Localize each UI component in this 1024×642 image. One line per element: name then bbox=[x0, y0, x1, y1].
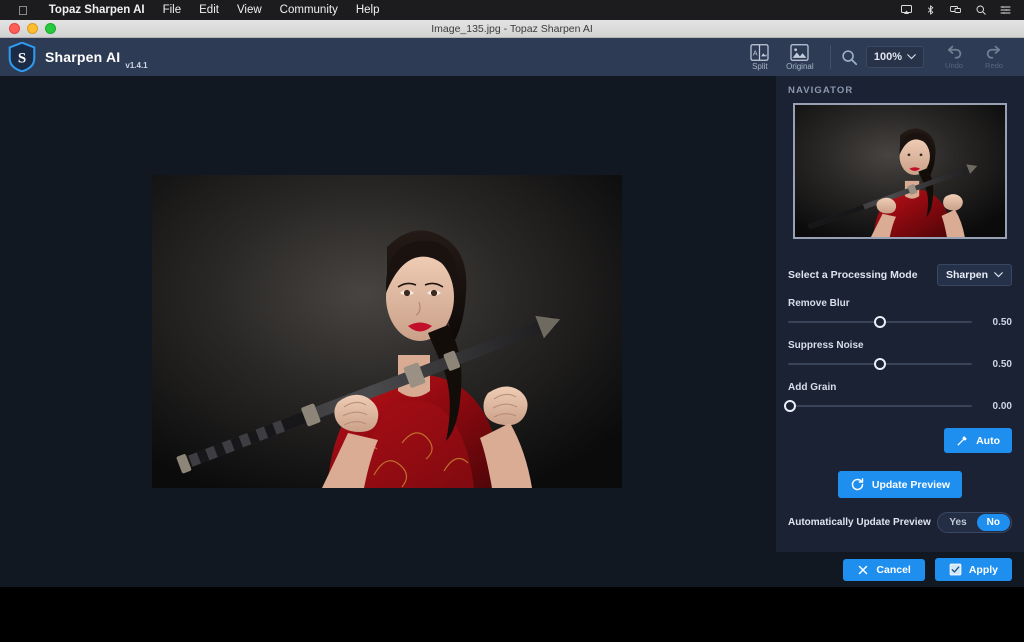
cancel-button[interactable]: Cancel bbox=[843, 559, 924, 581]
apple-logo-icon[interactable]:  bbox=[18, 4, 28, 17]
slider-add-grain-value: 0.00 bbox=[982, 401, 1012, 412]
view-mode-group: A Split Original bbox=[740, 38, 820, 76]
zoom-control-group: 100% bbox=[841, 46, 934, 68]
slider-suppress-noise-knob[interactable] bbox=[874, 358, 886, 370]
svg-text:S: S bbox=[18, 50, 26, 66]
processing-mode-row: Select a Processing Mode Sharpen bbox=[788, 264, 1012, 286]
slider-suppress-noise-row: 0.50 bbox=[788, 358, 1012, 370]
slider-remove-blur-knob[interactable] bbox=[874, 316, 886, 328]
checkbox-check-icon bbox=[949, 563, 962, 576]
slider-suppress-noise-label: Suppress Noise bbox=[788, 340, 1012, 351]
auto-update-row: Automatically Update Preview Yes No bbox=[788, 512, 1012, 533]
magic-wand-icon bbox=[956, 434, 969, 447]
slider-track-line bbox=[788, 405, 972, 407]
original-view-label: Original bbox=[786, 62, 814, 71]
app-brand-name: Sharpen AI bbox=[45, 49, 120, 65]
slider-suppress-noise: Suppress Noise 0.50 bbox=[788, 340, 1012, 370]
app-version: v1.4.1 bbox=[125, 61, 147, 72]
search-icon[interactable] bbox=[975, 4, 987, 16]
apply-button-label: Apply bbox=[969, 564, 998, 576]
cancel-button-label: Cancel bbox=[876, 564, 910, 576]
menu-item-edit[interactable]: Edit bbox=[190, 4, 228, 16]
menu-item-community[interactable]: Community bbox=[271, 4, 347, 16]
toggle-yes-option[interactable]: Yes bbox=[939, 514, 976, 531]
slider-add-grain: Add Grain 0.00 bbox=[788, 382, 1012, 412]
processing-mode-label: Select a Processing Mode bbox=[788, 269, 918, 281]
window-title: Image_135.jpg - Topaz Sharpen AI bbox=[0, 23, 1024, 35]
menu-item-view[interactable]: View bbox=[228, 4, 271, 16]
slider-suppress-noise-track[interactable] bbox=[788, 358, 972, 370]
auto-update-toggle[interactable]: Yes No bbox=[937, 512, 1012, 533]
split-view-button[interactable]: A Split bbox=[740, 38, 780, 76]
update-preview-button[interactable]: Update Preview bbox=[838, 471, 962, 498]
bluetooth-icon[interactable] bbox=[925, 4, 936, 16]
slider-remove-blur: Remove Blur 0.50 bbox=[788, 298, 1012, 328]
preview-image-artwork bbox=[152, 175, 622, 488]
update-preview-label: Update Preview bbox=[872, 479, 950, 491]
redo-label: Redo bbox=[985, 61, 1003, 70]
slider-remove-blur-row: 0.50 bbox=[788, 316, 1012, 328]
preview-image[interactable] bbox=[152, 175, 622, 488]
navigator-thumbnail-artwork bbox=[795, 105, 1005, 237]
slider-add-grain-knob[interactable] bbox=[784, 400, 796, 412]
undo-icon bbox=[944, 45, 964, 61]
processing-mode-dropdown[interactable]: Sharpen bbox=[937, 264, 1012, 286]
menu-item-file[interactable]: File bbox=[154, 4, 191, 16]
svg-text:A: A bbox=[753, 50, 758, 57]
toggle-no-option[interactable]: No bbox=[977, 514, 1010, 531]
app-window:  Topaz Sharpen AI File Edit View Commun… bbox=[0, 0, 1024, 642]
window-titlebar: Image_135.jpg - Topaz Sharpen AI bbox=[0, 20, 1024, 38]
original-view-button[interactable]: Original bbox=[780, 38, 820, 76]
original-image-icon bbox=[790, 44, 809, 61]
image-canvas[interactable] bbox=[0, 76, 776, 587]
refresh-icon bbox=[850, 477, 865, 492]
slider-remove-blur-value: 0.50 bbox=[982, 317, 1012, 328]
update-preview-row: Update Preview bbox=[788, 471, 1012, 498]
macos-dock-area: SEP 28 bbox=[0, 587, 1024, 642]
redo-icon bbox=[984, 45, 1004, 61]
toolbar-divider bbox=[830, 45, 831, 69]
app-toolbar: S Sharpen AI v1.4.1 A Split bbox=[0, 38, 1024, 76]
macos-menu-bar:  Topaz Sharpen AI File Edit View Commun… bbox=[0, 0, 1024, 20]
undo-redo-group: Undo Redo bbox=[934, 38, 1024, 76]
slider-remove-blur-track[interactable] bbox=[788, 316, 972, 328]
slider-add-grain-row: 0.00 bbox=[788, 400, 1012, 412]
close-icon bbox=[857, 564, 869, 576]
processing-mode-value: Sharpen bbox=[946, 269, 988, 281]
zoom-magnifier-icon[interactable] bbox=[841, 49, 858, 66]
chevron-down-icon bbox=[907, 54, 916, 60]
screen-mirror-icon[interactable] bbox=[948, 4, 963, 16]
auto-update-label: Automatically Update Preview bbox=[788, 517, 931, 528]
menu-item-help[interactable]: Help bbox=[347, 4, 389, 16]
slider-add-grain-label: Add Grain bbox=[788, 382, 1012, 393]
slider-suppress-noise-value: 0.50 bbox=[982, 359, 1012, 370]
auto-button-label: Auto bbox=[976, 435, 1000, 447]
right-settings-panel: NAVIGATOR bbox=[776, 76, 1024, 587]
zoom-level-dropdown[interactable]: 100% bbox=[866, 46, 924, 68]
panel-action-bar: Cancel Apply bbox=[776, 552, 1024, 587]
control-center-icon[interactable] bbox=[999, 4, 1012, 16]
navigator-thumbnail[interactable] bbox=[793, 103, 1007, 239]
split-view-icon: A bbox=[750, 44, 769, 61]
chevron-down-icon bbox=[994, 272, 1003, 278]
redo-button[interactable]: Redo bbox=[974, 38, 1014, 76]
slider-add-grain-track[interactable] bbox=[788, 400, 972, 412]
navigator-title: NAVIGATOR bbox=[776, 76, 1024, 103]
topaz-shield-logo-icon: S bbox=[8, 42, 36, 72]
airplay-icon[interactable] bbox=[900, 4, 913, 16]
slider-remove-blur-label: Remove Blur bbox=[788, 298, 1012, 309]
menu-app-name[interactable]: Topaz Sharpen AI bbox=[40, 4, 154, 16]
auto-button-row: Auto bbox=[788, 428, 1012, 453]
undo-label: Undo bbox=[945, 61, 963, 70]
split-view-label: Split bbox=[752, 62, 768, 71]
apply-button[interactable]: Apply bbox=[935, 558, 1012, 581]
panel-controls: Select a Processing Mode Sharpen Remove … bbox=[776, 264, 1024, 533]
undo-button[interactable]: Undo bbox=[934, 38, 974, 76]
auto-button[interactable]: Auto bbox=[944, 428, 1012, 453]
zoom-level-value: 100% bbox=[874, 51, 902, 63]
app-brand: S Sharpen AI v1.4.1 bbox=[0, 42, 148, 72]
menubar-tray bbox=[900, 4, 1016, 16]
